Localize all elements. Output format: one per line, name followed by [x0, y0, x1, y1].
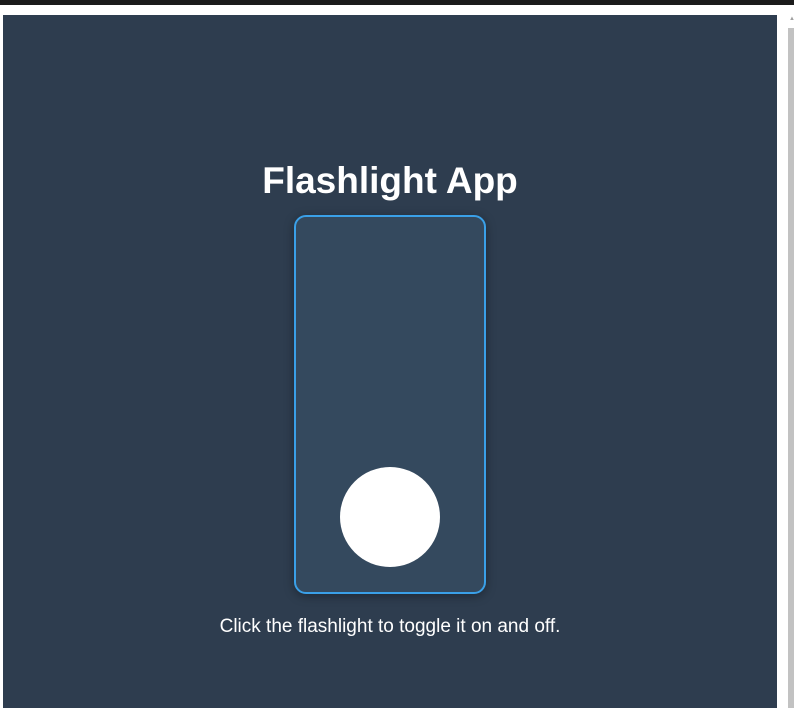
page-title: Flashlight App [262, 160, 518, 201]
flashlight-bulb [340, 467, 440, 567]
instructions-text: Click the flashlight to toggle it on and… [219, 616, 561, 637]
scrollbar-thumb[interactable] [788, 28, 794, 708]
app-frame: Flashlight App Click the flashlight to t… [3, 15, 777, 708]
window-top-bar [0, 0, 794, 5]
scroll-up-arrow-icon[interactable]: ▲ [789, 16, 794, 22]
flashlight-toggle[interactable] [294, 215, 486, 594]
